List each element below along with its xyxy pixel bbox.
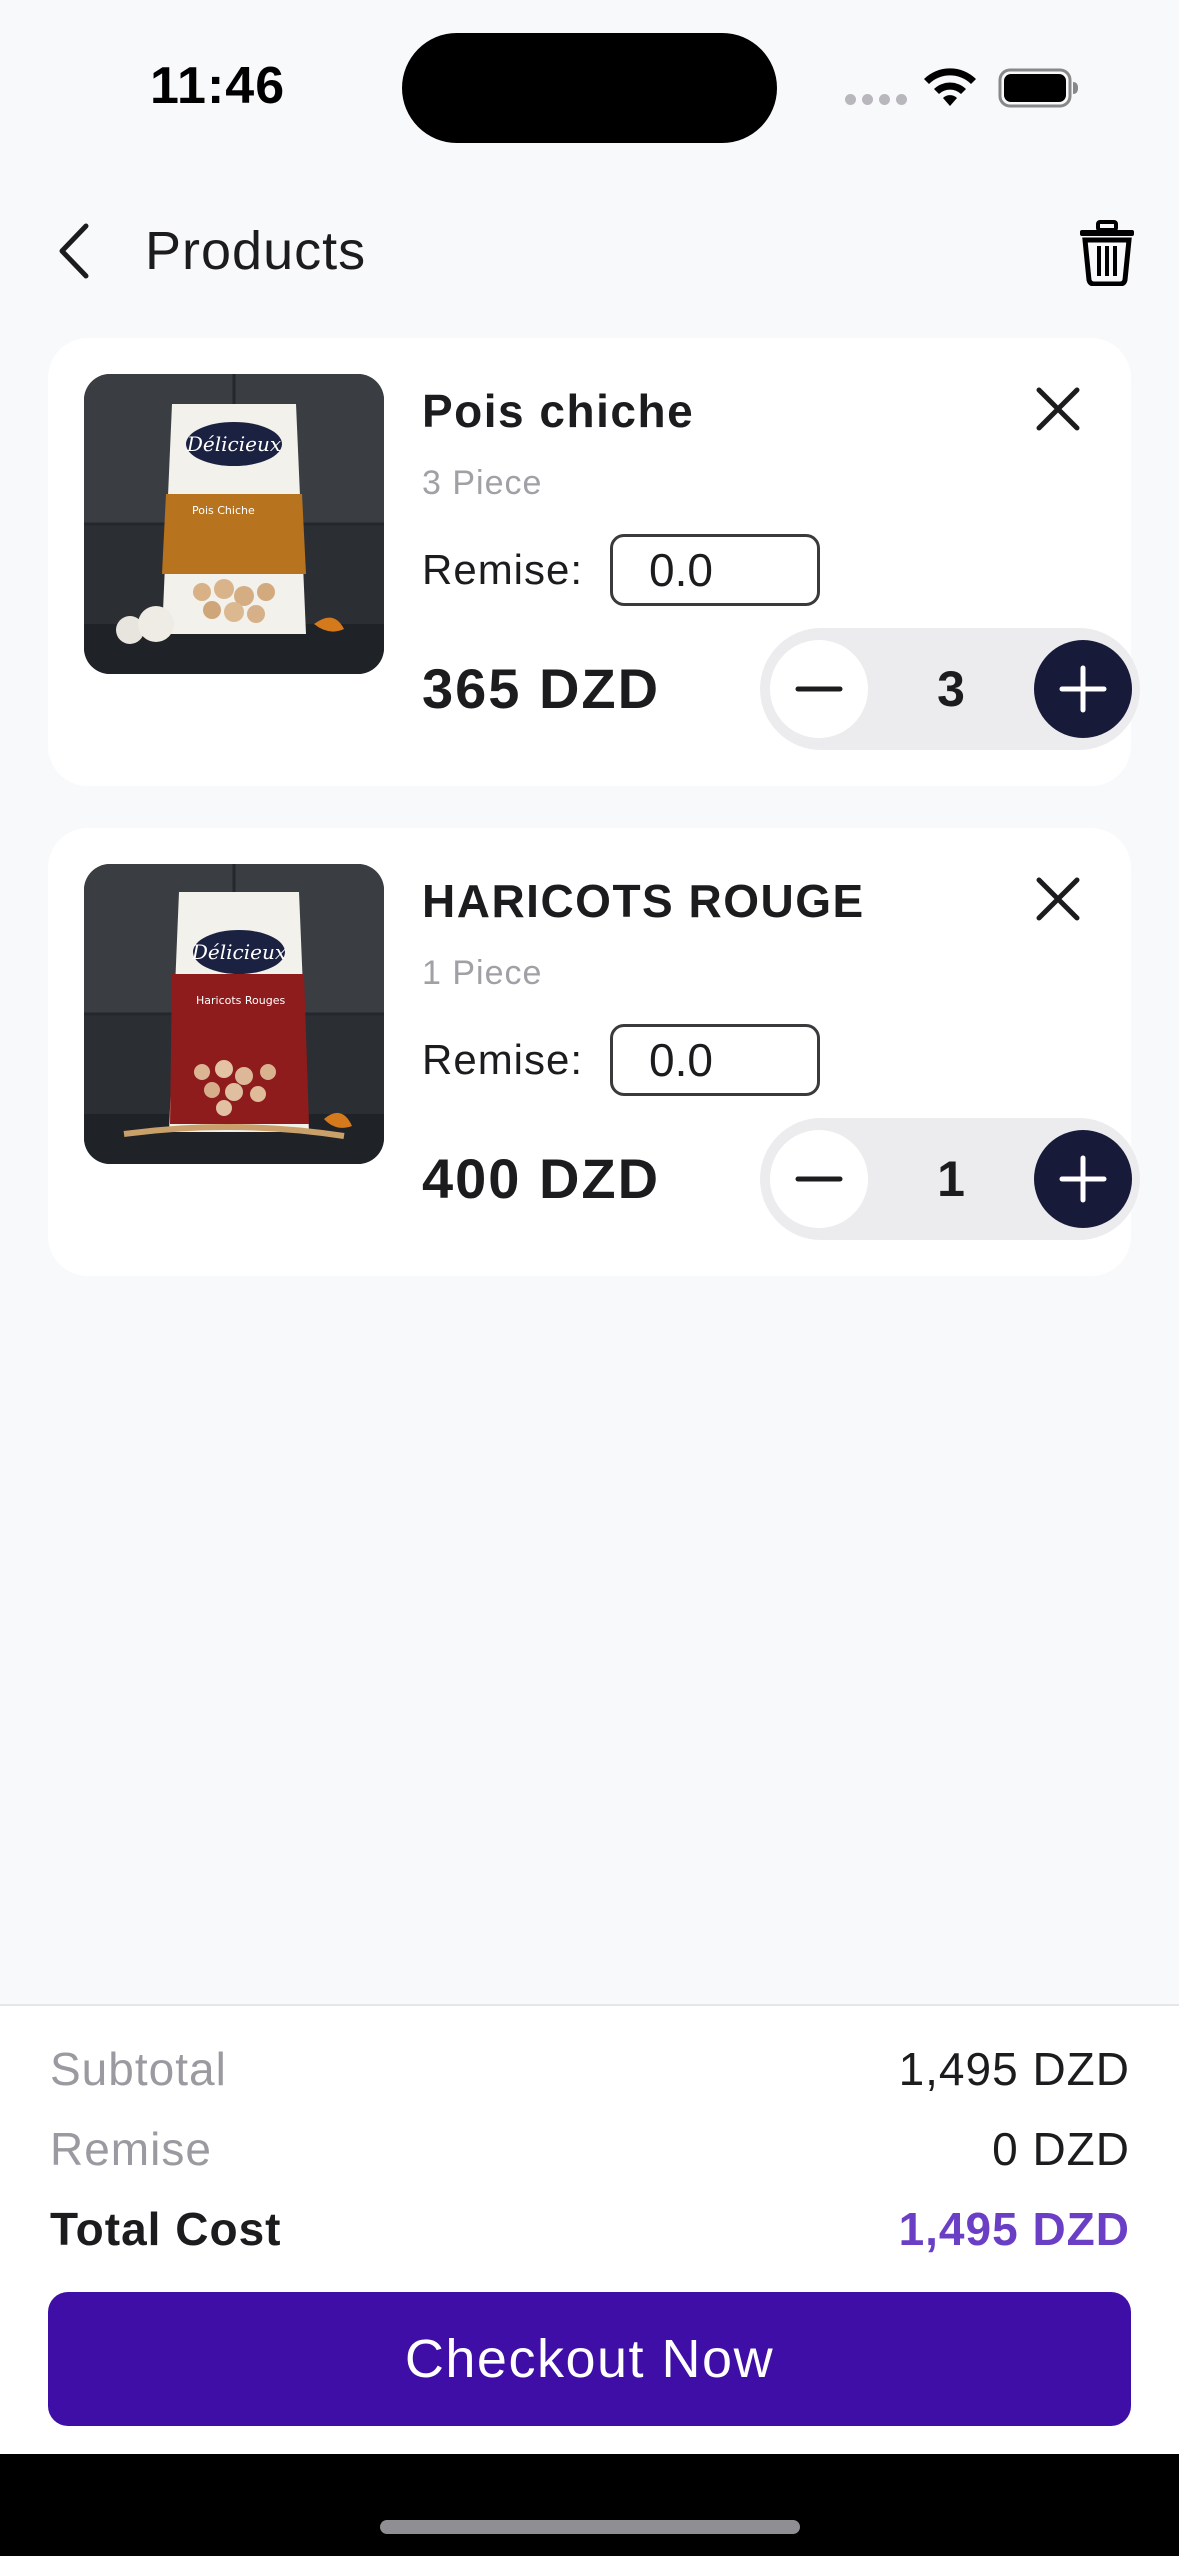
trash-icon[interactable] [1078, 220, 1136, 286]
remise-input[interactable] [610, 534, 820, 606]
product-photo: Délicieux Haricots Rouges [84, 864, 384, 1164]
total-value: 1,495 DZD [898, 2203, 1130, 2255]
decrement-button[interactable] [770, 1130, 868, 1228]
header: Products [0, 200, 1179, 304]
increment-button[interactable] [1034, 1130, 1132, 1228]
product-image: Délicieux Haricots Rouges [84, 864, 384, 1164]
plus-icon [1059, 665, 1107, 713]
chevron-left-icon[interactable] [52, 218, 98, 284]
wifi-icon [924, 68, 976, 106]
status-time: 11:46 [150, 57, 286, 115]
product-price: 400 DZD [422, 1147, 661, 1210]
total-row: Total Cost 1,495 DZD [50, 2202, 1130, 2262]
subtotal-value: 1,495 DZD [898, 2043, 1130, 2095]
svg-text:Haricots Rouges: Haricots Rouges [196, 994, 286, 1007]
close-icon[interactable] [1033, 384, 1083, 434]
page-title: Products [145, 221, 367, 281]
quantity-value: 3 [937, 661, 965, 717]
checkout-button[interactable]: Checkout Now [48, 2292, 1131, 2426]
home-bar-area [0, 2454, 1179, 2556]
svg-text:Pois Chiche: Pois Chiche [192, 504, 255, 517]
svg-text:Délicieux: Délicieux [186, 432, 281, 456]
subtotal-label: Subtotal [50, 2043, 227, 2095]
subtotal-row: Subtotal 1,495 DZD [50, 2042, 1130, 2102]
minus-icon [795, 686, 843, 692]
cellular-signal-icon [845, 94, 907, 105]
quantity-stepper: 1 [760, 1118, 1140, 1240]
minus-icon [795, 1176, 843, 1182]
product-image: Délicieux Pois Chiche [84, 374, 384, 674]
remise-summary-value: 0 DZD [992, 2123, 1130, 2175]
product-price: 365 DZD [422, 657, 661, 720]
close-icon[interactable] [1033, 874, 1083, 924]
plus-icon [1059, 1155, 1107, 1203]
remise-label: Remise: [422, 1036, 584, 1083]
remise-label: Remise: [422, 546, 584, 593]
order-summary: Subtotal 1,495 DZD Remise 0 DZD Total Co… [0, 2004, 1179, 2454]
svg-text:Délicieux: Délicieux [191, 940, 286, 964]
product-name: Pois chiche [422, 385, 695, 437]
quantity-stepper: 3 [760, 628, 1140, 750]
increment-button[interactable] [1034, 640, 1132, 738]
product-unit: 1 Piece [422, 954, 543, 992]
cart-item-card: Délicieux Haricots Rouges HARICOTS ROUGE… [48, 828, 1140, 1276]
decrement-button[interactable] [770, 640, 868, 738]
product-name: HARICOTS ROUGE [422, 875, 865, 927]
remise-row: Remise 0 DZD [50, 2122, 1130, 2182]
dynamic-island [402, 33, 777, 143]
home-indicator[interactable] [380, 2520, 800, 2534]
quantity-value: 1 [937, 1151, 965, 1207]
product-unit: 3 Piece [422, 464, 543, 502]
remise-summary-label: Remise [50, 2123, 212, 2175]
cart-item-card: Délicieux Pois Chiche Pois chiche 3 Piec… [48, 338, 1140, 786]
product-photo: Délicieux Pois Chiche [84, 374, 384, 674]
remise-input[interactable] [610, 1024, 820, 1096]
total-label: Total Cost [50, 2203, 282, 2255]
battery-icon [998, 68, 1078, 108]
status-bar: 11:46 [0, 0, 1179, 170]
